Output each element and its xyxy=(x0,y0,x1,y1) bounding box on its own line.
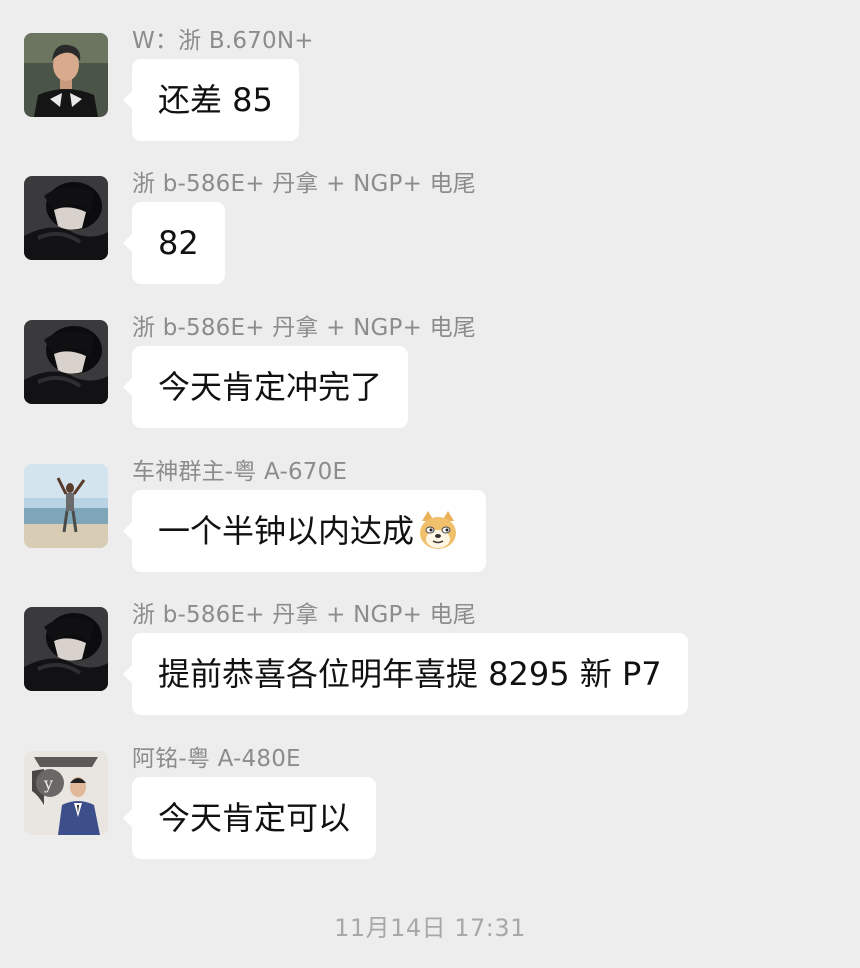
sender-name: 浙 b-586E+ 丹拿 + NGP+ 电尾 xyxy=(132,171,476,197)
chat-message: 浙 b-586E+ 丹拿 + NGP+ 电尾 82 xyxy=(0,171,860,296)
message-bubble[interactable]: 82 xyxy=(123,202,225,284)
avatar[interactable] xyxy=(24,176,108,260)
message-text: 提前恭喜各位明年喜提 8295 新 P7 xyxy=(158,655,662,693)
avatar[interactable] xyxy=(24,320,108,404)
sender-name: W：浙 B.670N+ xyxy=(132,28,314,54)
sender-name: 阿铭-粤 A-480E xyxy=(132,746,301,772)
message-bubble[interactable]: 今天肯定可以 xyxy=(122,777,377,859)
message-bubble[interactable]: 提前恭喜各位明年喜提 8295 新 P7 xyxy=(123,633,688,715)
svg-text:y: y xyxy=(43,774,53,793)
avatar-man-jacket-icon xyxy=(24,33,108,117)
chat-message: y 阿铭-粤 A-480E 今天肯定可以 xyxy=(0,746,860,871)
message-text: 一个半钟以内达成 xyxy=(158,512,415,550)
sender-name: 浙 b-586E+ 丹拿 + NGP+ 电尾 xyxy=(132,315,476,341)
message-text: 今天肯定冲完了 xyxy=(158,368,383,406)
sender-name: 车神群主-粤 A-670E xyxy=(132,459,348,485)
avatar[interactable] xyxy=(24,464,108,548)
chat-message: 车神群主-粤 A-670E 一个半钟以内达成 xyxy=(0,459,860,584)
sender-name: 浙 b-586E+ 丹拿 + NGP+ 电尾 xyxy=(132,602,476,628)
message-text: 今天肯定可以 xyxy=(158,799,351,837)
avatar-anime-boy-icon xyxy=(24,320,108,404)
avatar[interactable]: y xyxy=(24,751,108,835)
chat-message-list[interactable]: W：浙 B.670N+ 还差 85 浙 b-586E+ 丹拿 + NGP+ 电尾… xyxy=(0,0,860,968)
avatar-anime-boy-icon xyxy=(24,607,108,691)
message-text: 82 xyxy=(158,224,199,262)
chat-message: W：浙 B.670N+ 还差 85 xyxy=(0,28,860,153)
message-bubble[interactable]: 今天肯定冲完了 xyxy=(122,346,409,428)
avatar-anime-boy-icon xyxy=(24,176,108,260)
avatar[interactable] xyxy=(24,607,108,691)
message-bubble[interactable]: 一个半钟以内达成 xyxy=(122,490,487,572)
chat-message: 浙 b-586E+ 丹拿 + NGP+ 电尾 今天肯定冲完了 xyxy=(0,315,860,440)
doge-emoji-icon xyxy=(416,509,460,553)
message-bubble[interactable]: 还差 85 xyxy=(123,59,299,141)
chat-timestamp: 11月14日 17:31 xyxy=(334,914,526,942)
avatar[interactable] xyxy=(24,33,108,117)
chat-message: 浙 b-586E+ 丹拿 + NGP+ 电尾 提前恭喜各位明年喜提 8295 新… xyxy=(0,602,860,727)
avatar-suit-man-icon: y xyxy=(24,751,108,835)
avatar-beach-person-icon xyxy=(24,464,108,548)
message-text: 还差 85 xyxy=(158,81,273,119)
